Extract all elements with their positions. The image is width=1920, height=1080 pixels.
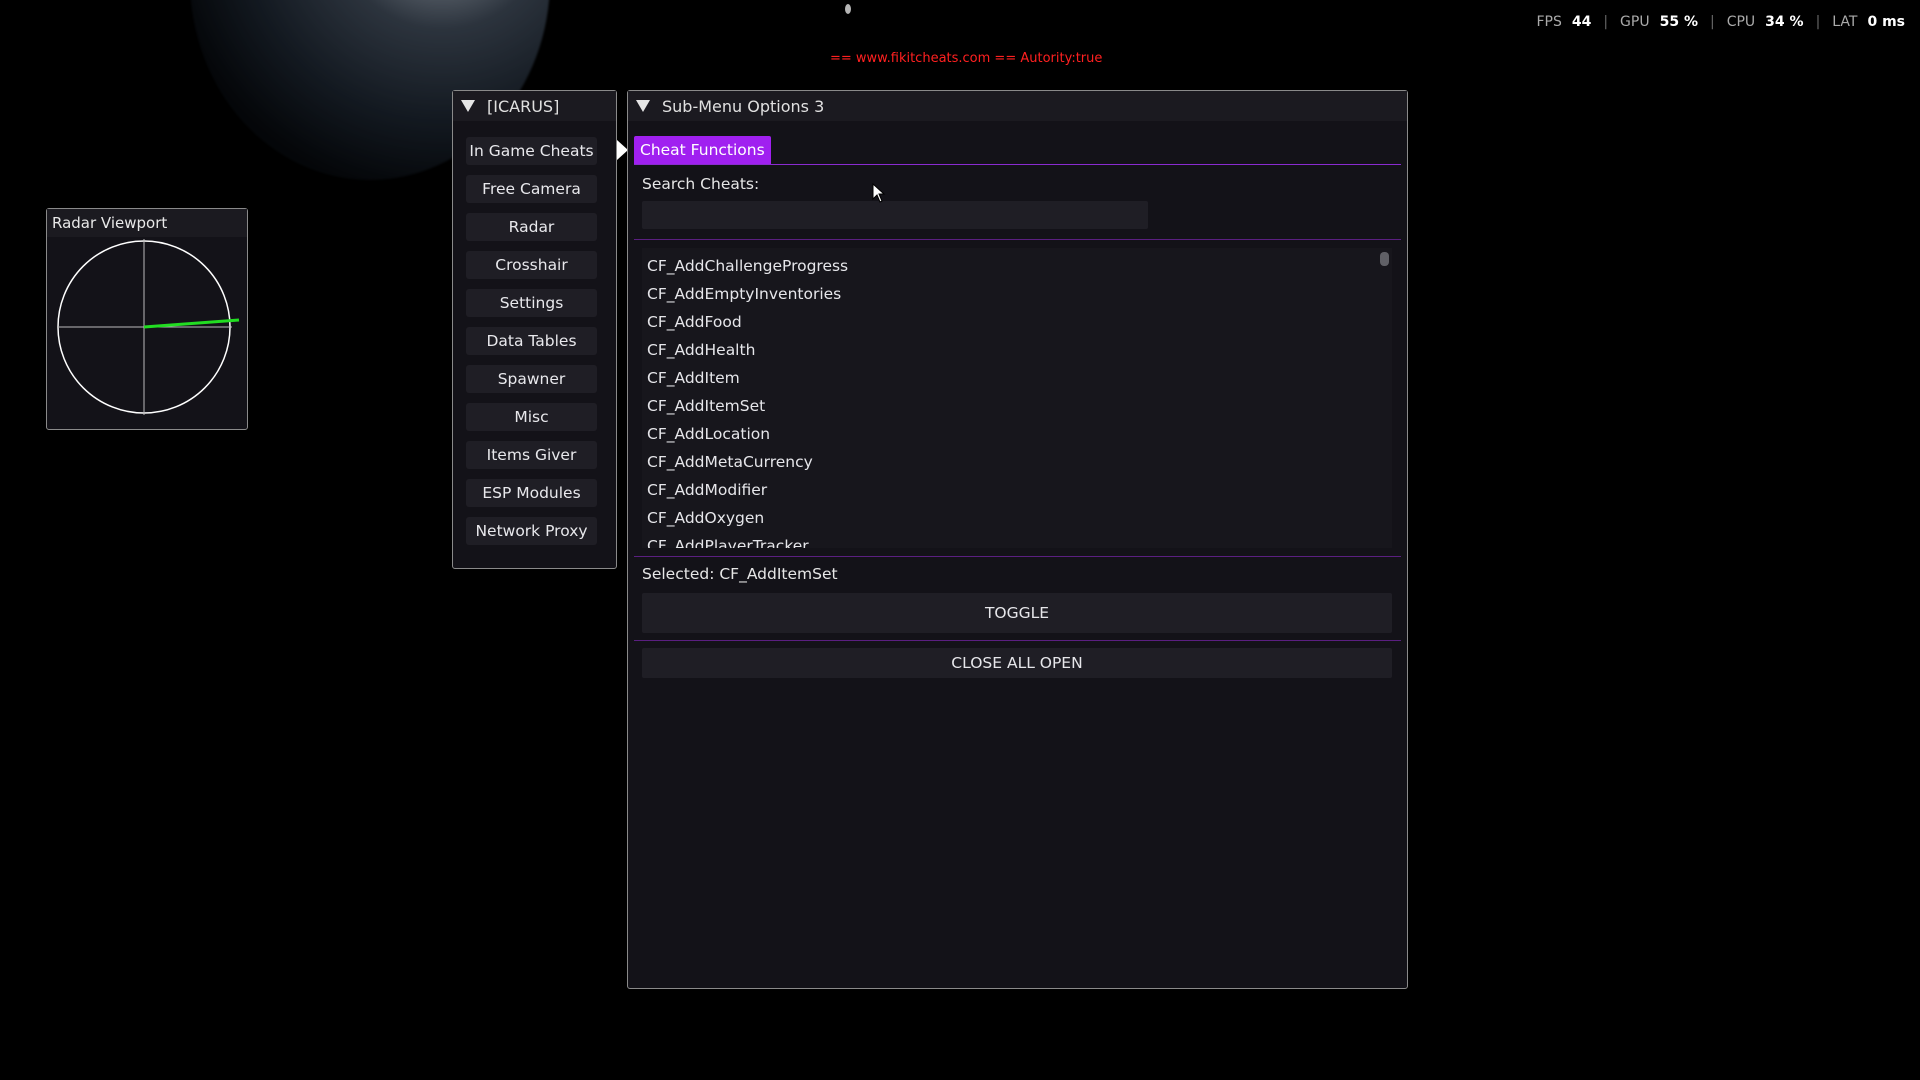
menu-button-data-tables[interactable]: Data Tables (466, 327, 597, 355)
tab-cheat-functions[interactable]: Cheat Functions (634, 136, 771, 164)
menu-button-settings[interactable]: Settings (466, 289, 597, 317)
list-item[interactable]: CF_AddItem (642, 364, 1392, 392)
fps-label: FPS (1536, 14, 1562, 30)
cpu-value: 34 % (1765, 14, 1804, 30)
list-item[interactable]: CF_AddItemSet (642, 392, 1392, 420)
performance-overlay: FPS 44 | GPU 55 % | CPU 34 % | LAT 0 ms (1536, 14, 1905, 30)
watermark-banner: == www.fikitcheats.com == Autority:true (830, 51, 1103, 66)
gpu-value: 55 % (1659, 14, 1698, 30)
menu-title-bar[interactable]: [ICARUS] (453, 91, 616, 121)
lat-value: 0 ms (1867, 14, 1905, 30)
perf-separator: | (1603, 14, 1609, 30)
menu-button-misc[interactable]: Misc (466, 403, 597, 431)
list-scrollbar[interactable] (1380, 252, 1389, 266)
list-item[interactable]: CF_AddChallengeProgress (642, 252, 1392, 280)
list-item[interactable]: CF_AddLocation (642, 420, 1392, 448)
divider (634, 640, 1401, 641)
lat-label: LAT (1832, 14, 1858, 30)
cpu-label: CPU (1726, 14, 1756, 30)
list-item[interactable]: CF_AddPlayerTracker (642, 532, 1392, 548)
menu-button-network-proxy[interactable]: Network Proxy (466, 517, 597, 545)
list-item[interactable]: CF_AddOxygen (642, 504, 1392, 532)
menu-button-crosshair[interactable]: Crosshair (466, 251, 597, 279)
submenu-title-bar[interactable]: Sub-Menu Options 3 (628, 91, 1407, 121)
collapse-triangle-icon[interactable] (636, 100, 650, 112)
menu-button-free-camera[interactable]: Free Camera (466, 175, 597, 203)
perf-separator: | (1709, 14, 1715, 30)
mouse-cursor-icon (872, 183, 886, 203)
selected-cheat-label: Selected: CF_AddItemSet (642, 565, 838, 583)
menu-button-radar[interactable]: Radar (466, 213, 597, 241)
fps-value: 44 (1571, 14, 1592, 30)
collapse-triangle-icon[interactable] (461, 100, 475, 112)
menu-title: [ICARUS] (487, 96, 560, 116)
radar-heading-line (143, 318, 240, 329)
list-item[interactable]: CF_AddEmptyInventories (642, 280, 1392, 308)
submenu-title: Sub-Menu Options 3 (662, 96, 825, 116)
cheat-list[interactable]: CF_AddChallengeProgress CF_AddEmptyInven… (642, 248, 1392, 548)
radar-display (57, 239, 240, 415)
list-item[interactable]: CF_AddFood (642, 308, 1392, 336)
menu-button-in-game-cheats[interactable]: In Game Cheats (466, 137, 597, 165)
perf-separator: | (1815, 14, 1821, 30)
menu-button-spawner[interactable]: Spawner (466, 365, 597, 393)
list-item[interactable]: CF_AddHealth (642, 336, 1392, 364)
list-item[interactable]: CF_AddMetaCurrency (642, 448, 1392, 476)
search-input[interactable] (642, 201, 1148, 229)
search-label: Search Cheats: (642, 175, 760, 193)
submenu-window[interactable]: Sub-Menu Options 3 Cheat Functions Searc… (627, 90, 1408, 989)
list-item[interactable]: CF_AddModifier (642, 476, 1392, 504)
gpu-label: GPU (1620, 14, 1650, 30)
menu-button-esp-modules[interactable]: ESP Modules (466, 479, 597, 507)
menu-window[interactable]: [ICARUS] In Game Cheats Free Camera Rada… (452, 90, 617, 569)
divider (634, 556, 1401, 557)
radar-window[interactable]: Radar Viewport (46, 208, 248, 430)
moon-background (845, 4, 851, 14)
close-all-open-button[interactable]: CLOSE ALL OPEN (642, 648, 1392, 678)
menu-button-items-giver[interactable]: Items Giver (466, 441, 597, 469)
toggle-button[interactable]: TOGGLE (642, 593, 1392, 633)
divider (634, 239, 1401, 240)
tab-bar: Cheat Functions (634, 136, 1401, 165)
radar-title: Radar Viewport (47, 209, 247, 237)
